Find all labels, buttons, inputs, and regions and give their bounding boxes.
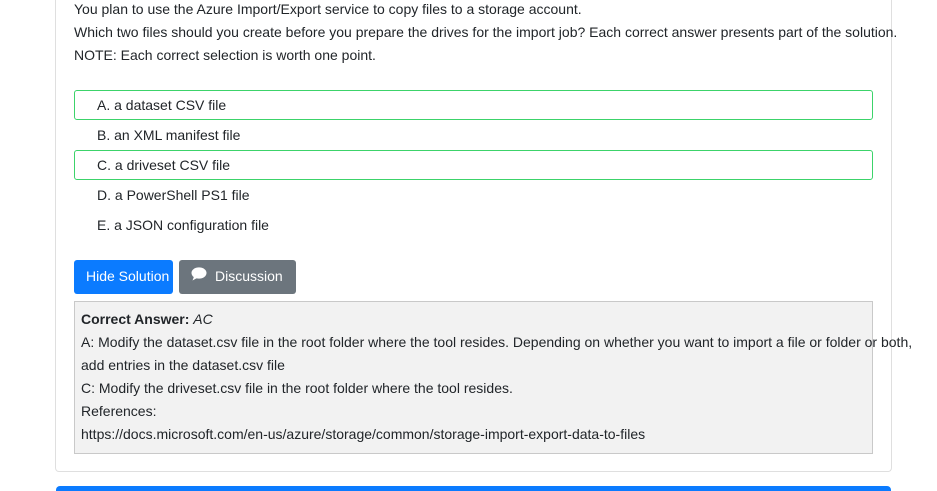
explanation-line: C: Modify the driveset.csv file in the r… bbox=[81, 380, 513, 396]
discussion-button[interactable]: Discussion bbox=[179, 260, 296, 294]
references-label: References: bbox=[81, 403, 157, 419]
question-line: You plan to use the Azure Import/Export … bbox=[74, 1, 582, 17]
choice-d[interactable]: D. a PowerShell PS1 file bbox=[74, 180, 873, 210]
question-note: NOTE: Each correct selection is worth on… bbox=[74, 47, 376, 63]
explanation-line: A: Modify the dataset.csv file in the ro… bbox=[81, 334, 913, 350]
solution-panel: Correct Answer: AC A: Modify the dataset… bbox=[74, 301, 913, 454]
hide-solution-label: Hide Solution bbox=[86, 268, 170, 284]
choice-b[interactable]: B. an XML manifest file bbox=[74, 120, 873, 150]
answer-choices: A. a dataset CSV file B. an XML manifest… bbox=[74, 90, 873, 240]
question-line: Which two files should you create before… bbox=[74, 24, 898, 40]
question-text: You plan to use the Azure Import/Export … bbox=[74, 0, 898, 69]
explanation-line: add entries in the dataset.csv file bbox=[81, 357, 285, 373]
choice-c[interactable]: C. a driveset CSV file bbox=[74, 150, 873, 180]
next-card-header bbox=[56, 486, 891, 491]
hide-solution-button[interactable]: Hide Solution bbox=[74, 260, 173, 294]
correct-answer-value: AC bbox=[193, 311, 213, 327]
choice-a[interactable]: A. a dataset CSV file bbox=[74, 90, 873, 120]
choice-e[interactable]: E. a JSON configuration file bbox=[74, 210, 873, 240]
correct-answer-line: Correct Answer: AC bbox=[81, 309, 866, 332]
discussion-label: Discussion bbox=[215, 268, 283, 284]
reference-url: https://docs.microsoft.com/en-us/azure/s… bbox=[81, 426, 646, 442]
comment-icon bbox=[191, 260, 207, 292]
correct-answer-label: Correct Answer: bbox=[81, 311, 190, 327]
